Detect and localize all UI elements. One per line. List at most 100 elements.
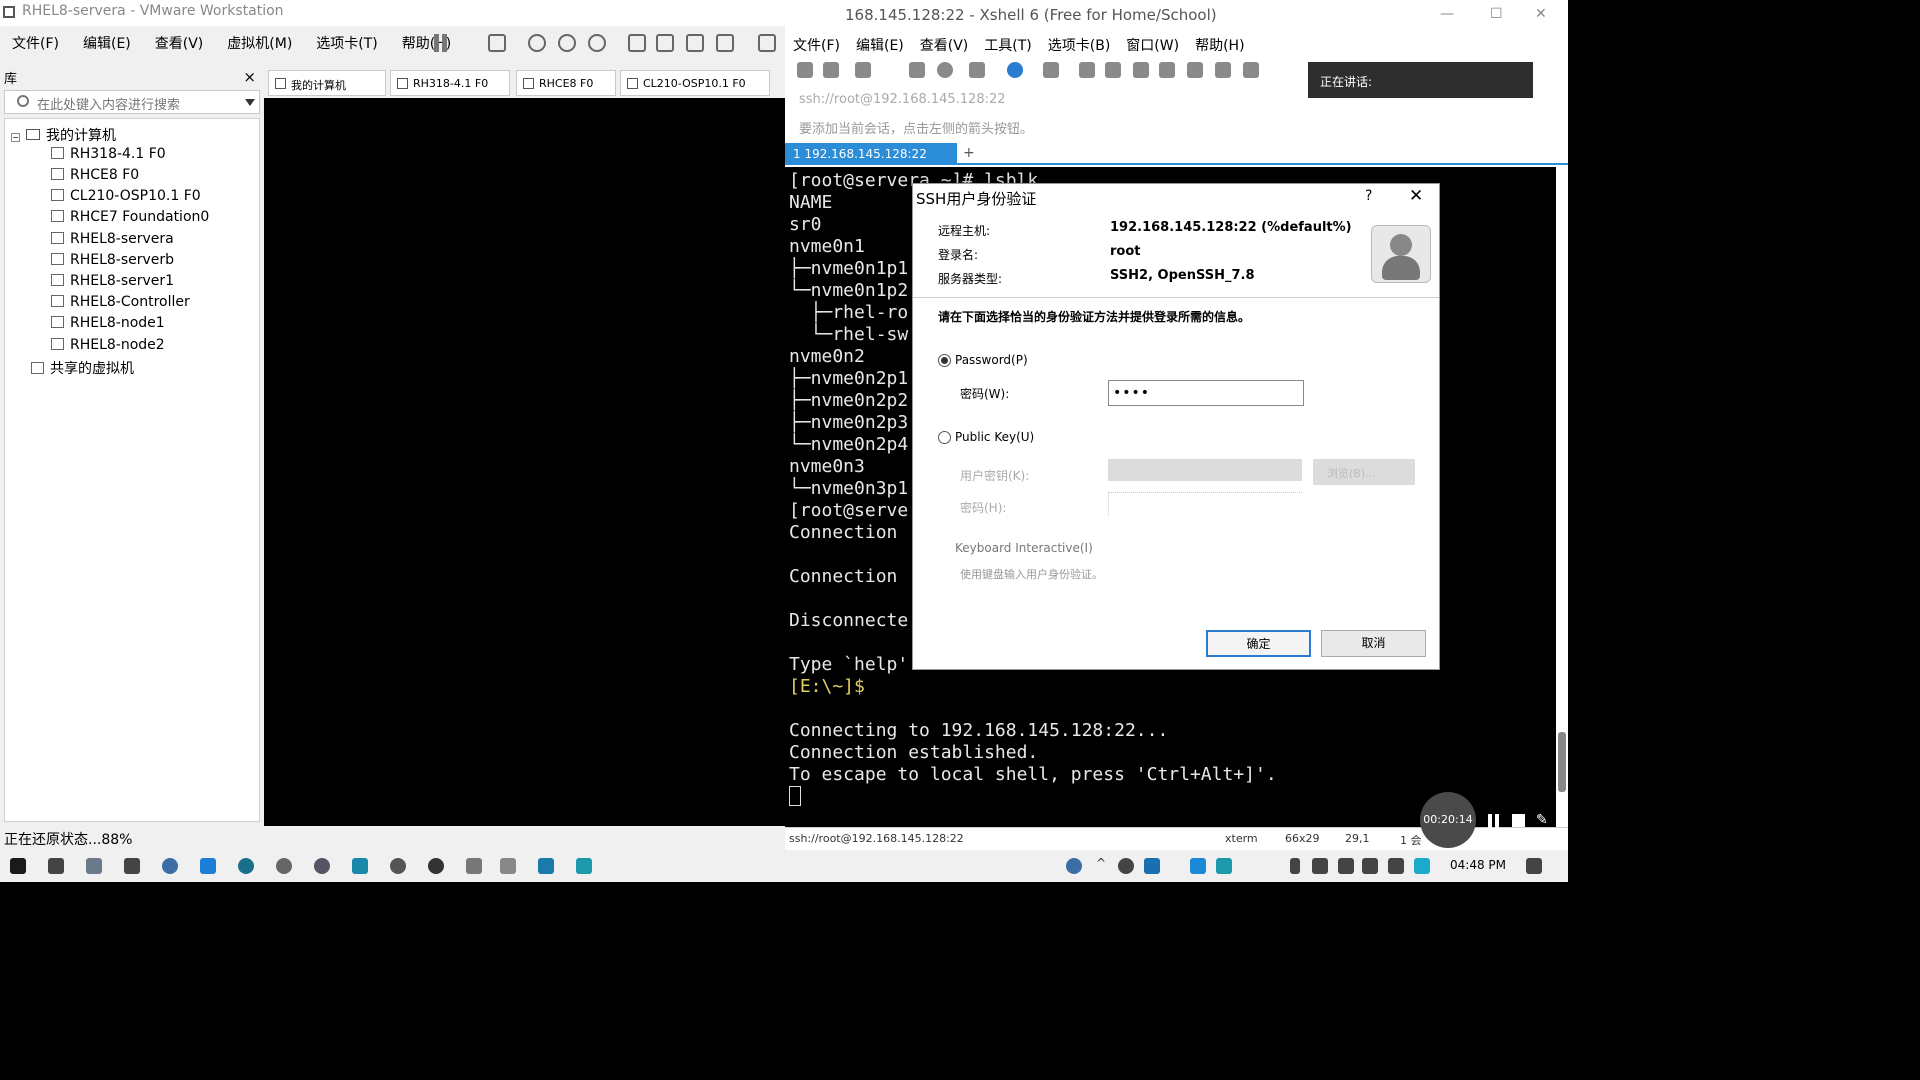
session-tab[interactable]: 1 192.168.145.128:22 <box>785 143 957 165</box>
tab-rh318[interactable]: RH318-4.1 F0 <box>390 70 510 96</box>
fullscreen-icon[interactable] <box>686 34 704 52</box>
key-password-field[interactable] <box>1108 492 1302 516</box>
xs-menu-tools[interactable]: 工具(T) <box>976 32 1039 55</box>
help-icon[interactable]: ? <box>1365 188 1372 204</box>
public-key-option-label[interactable]: Public Key(U) <box>955 430 1034 444</box>
find-icon[interactable] <box>937 62 953 78</box>
help-tray-icon[interactable] <box>1066 858 1082 874</box>
script-icon[interactable] <box>1215 62 1231 78</box>
tab-my-computer[interactable]: 我的计算机 <box>268 70 386 96</box>
tree-item-cl210[interactable]: CL210-OSP10.1 F0 <box>51 188 201 208</box>
tree-item-servera[interactable]: RHEL8-servera <box>51 231 174 251</box>
tray-expand-icon[interactable]: ^ <box>1096 856 1112 872</box>
tab-rhce8[interactable]: RHCE8 F0 <box>516 70 616 96</box>
file-explorer-icon[interactable] <box>86 858 102 874</box>
microphone-icon[interactable] <box>1290 858 1300 874</box>
tray-icon[interactable] <box>1144 858 1160 874</box>
minimize-icon[interactable]: — <box>1440 6 1454 22</box>
print-icon[interactable] <box>969 62 985 78</box>
tree-item-rhce7[interactable]: RHCE7 Foundation0 <box>51 209 209 229</box>
terminal-scrollbar[interactable] <box>1556 167 1568 827</box>
xs-menu-edit[interactable]: 编辑(E) <box>848 32 912 55</box>
reconnect-icon[interactable] <box>855 62 871 78</box>
tray-icon[interactable] <box>1118 858 1134 874</box>
tree-item-controller[interactable]: RHEL8-Controller <box>51 294 190 314</box>
task-view-icon[interactable] <box>48 858 64 874</box>
revert-snapshot-icon[interactable] <box>558 34 576 52</box>
snapshot-icon[interactable] <box>528 34 546 52</box>
tree-item-rhce8[interactable]: RHCE8 F0 <box>51 167 139 187</box>
browser-icon[interactable] <box>162 858 178 874</box>
keyboard-icon[interactable] <box>1105 62 1121 78</box>
record-pen-icon[interactable]: ✎ <box>1536 812 1548 828</box>
keyboard-interactive-option-label[interactable]: Keyboard Interactive(I) <box>955 541 1093 555</box>
tree-item-node1[interactable]: RHEL8-node1 <box>51 315 165 335</box>
menu-vm[interactable]: 虚拟机(M) <box>215 30 304 56</box>
transfer-icon[interactable] <box>1187 62 1203 78</box>
vm-console[interactable] <box>264 98 785 826</box>
new-session-icon[interactable] <box>797 62 813 78</box>
tree-item-serverb[interactable]: RHEL8-serverb <box>51 252 174 272</box>
library-close-icon[interactable]: × <box>243 68 256 86</box>
console-view-icon[interactable] <box>758 34 776 52</box>
tree-root-my-computer[interactable]: − 我的计算机 <box>11 125 116 145</box>
tree-item-shared[interactable]: 共享的虚拟机 <box>31 358 134 378</box>
menu-edit[interactable]: 编辑(E) <box>71 30 143 56</box>
app-icon[interactable] <box>466 858 482 874</box>
xs-menu-window[interactable]: 窗口(W) <box>1118 32 1187 55</box>
menu-tabs[interactable]: 选项卡(T) <box>304 30 389 56</box>
vmware-taskbar-icon[interactable] <box>576 858 592 874</box>
battery-icon[interactable] <box>1312 858 1328 874</box>
password-field[interactable]: •••• <box>1108 380 1304 406</box>
start-icon[interactable] <box>10 858 26 874</box>
fullscreen-icon[interactable] <box>1133 62 1149 78</box>
ok-button[interactable]: 确定 <box>1206 630 1311 657</box>
edge-icon[interactable] <box>200 858 216 874</box>
pause-icon[interactable] <box>434 34 452 52</box>
browse-button[interactable]: 浏览(B)... <box>1313 459 1415 485</box>
public-key-radio[interactable] <box>938 431 951 444</box>
maximize-icon[interactable]: ☐ <box>1490 6 1503 22</box>
tree-item-node2[interactable]: RHEL8-node2 <box>51 337 165 357</box>
show-library-icon[interactable] <box>628 34 646 52</box>
tree-item-rh318[interactable]: RH318-4.1 F0 <box>51 146 166 166</box>
app-icon[interactable] <box>538 858 554 874</box>
cancel-button[interactable]: 取消 <box>1321 630 1426 657</box>
send-keys-icon[interactable] <box>488 34 506 52</box>
tab-cl210[interactable]: CL210-OSP10.1 F0 <box>620 70 770 96</box>
terminal-app-icon[interactable] <box>124 858 140 874</box>
ime-icon[interactable] <box>1388 858 1404 874</box>
thumbnail-bar-icon[interactable] <box>656 34 674 52</box>
xs-menu-tabs[interactable]: 选项卡(B) <box>1040 32 1119 55</box>
close-icon[interactable]: ✕ <box>1535 6 1547 22</box>
app-icon[interactable] <box>428 858 444 874</box>
taskbar-clock[interactable]: 04:48 PM <box>1450 858 1506 872</box>
password-option-label[interactable]: Password(P) <box>955 353 1028 367</box>
dialog-close-icon[interactable]: ✕ <box>1409 186 1423 206</box>
app-icon[interactable] <box>500 858 516 874</box>
chevron-down-icon[interactable] <box>245 99 255 106</box>
app-icon[interactable] <box>314 858 330 874</box>
tray-icon[interactable] <box>1190 858 1206 874</box>
lock-icon[interactable] <box>1159 62 1175 78</box>
notifications-icon[interactable] <box>1526 858 1542 874</box>
xftp-icon[interactable] <box>1079 62 1095 78</box>
color-scheme-icon[interactable] <box>1043 62 1059 78</box>
xshell-taskbar-icon[interactable] <box>352 858 368 874</box>
collapse-icon[interactable]: − <box>11 133 20 142</box>
unity-icon[interactable] <box>716 34 734 52</box>
menu-view[interactable]: 查看(V) <box>143 30 216 56</box>
app-icon[interactable] <box>238 858 254 874</box>
network-icon[interactable] <box>1338 858 1354 874</box>
menu-help[interactable]: 帮助(H) <box>390 30 463 56</box>
xs-menu-help[interactable]: 帮助(H) <box>1187 32 1252 55</box>
globe-icon[interactable] <box>1007 62 1023 78</box>
xs-menu-file[interactable]: 文件(F) <box>785 32 848 55</box>
snapshot-manager-icon[interactable] <box>588 34 606 52</box>
xs-menu-view[interactable]: 查看(V) <box>912 32 977 55</box>
menu-file[interactable]: 文件(F) <box>0 30 71 56</box>
layout-icon[interactable] <box>1243 62 1259 78</box>
copy-icon[interactable] <box>909 62 925 78</box>
password-radio[interactable] <box>938 354 951 367</box>
scrollbar-thumb[interactable] <box>1558 732 1566 792</box>
